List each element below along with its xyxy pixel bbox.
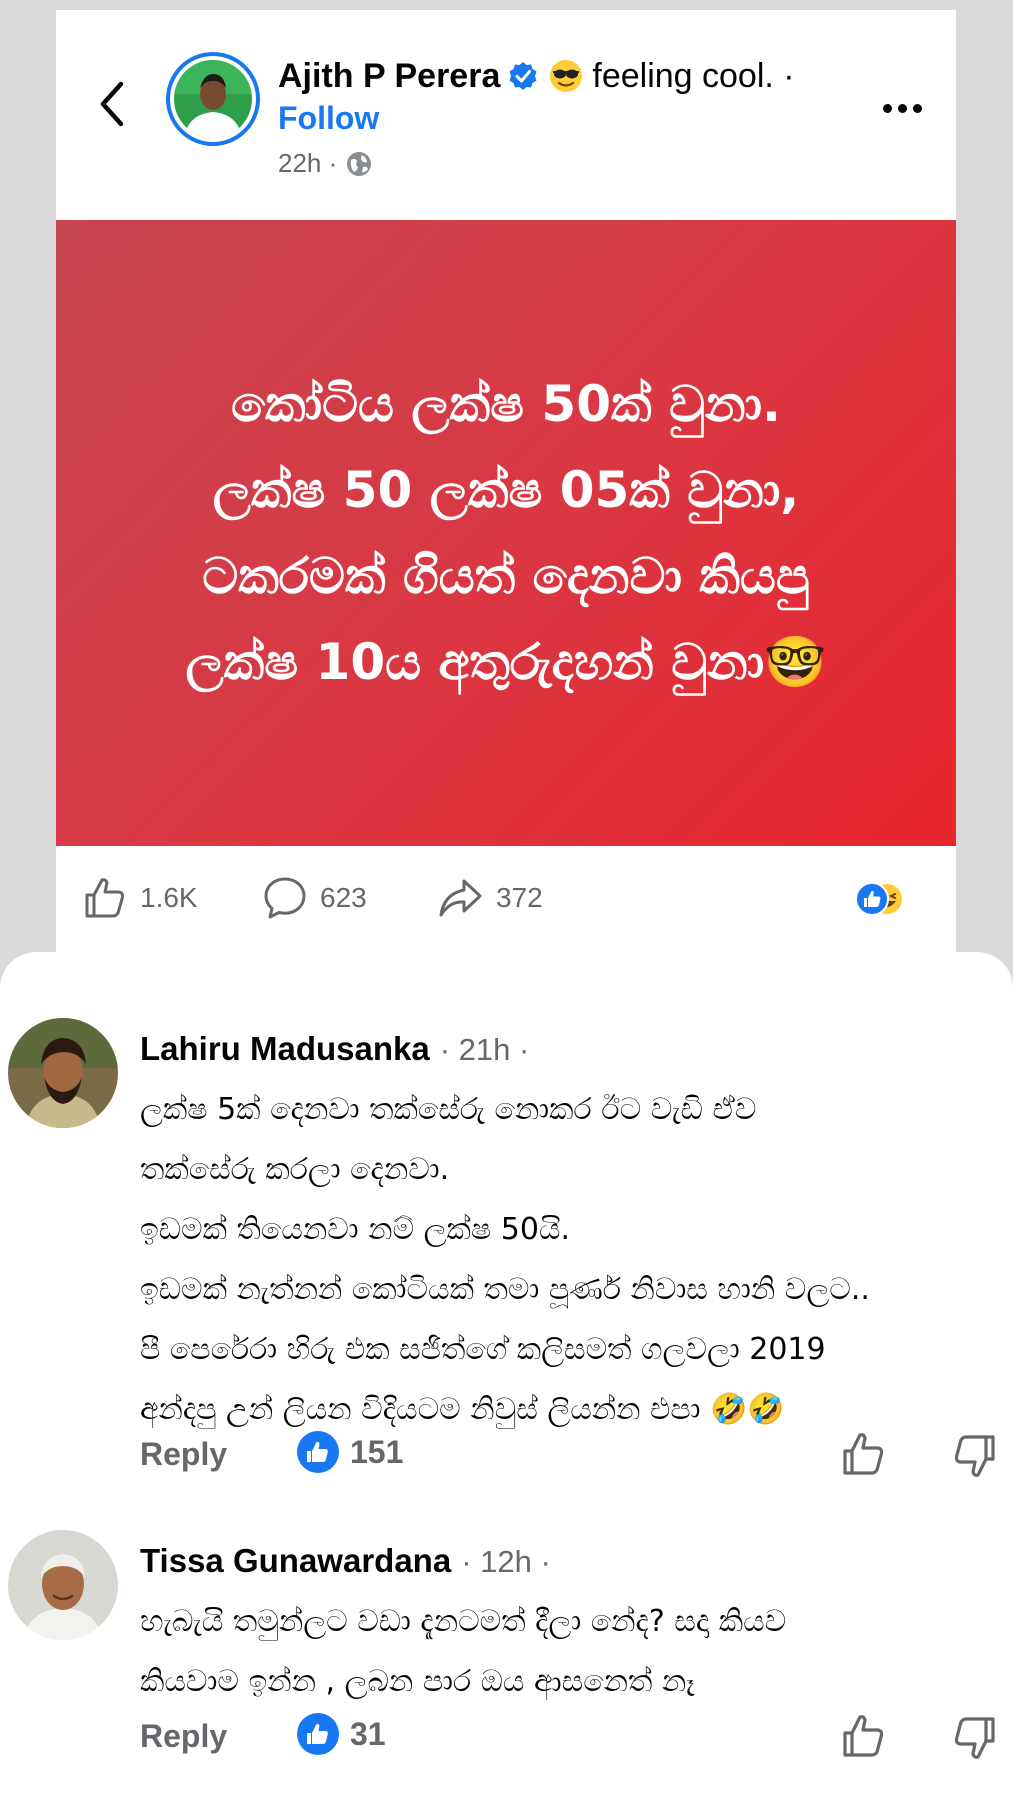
comment-line: ඉඩමක් නැත්නන් කෝටියක් තමා පූර්ණ නිවාස හා…	[140, 1272, 870, 1307]
reactions-summary[interactable]	[854, 880, 904, 918]
comment-line: කියවාම ඉන්න , ලබන පාර ඔය ආසනෙත් නෑ	[140, 1664, 695, 1699]
more-dots-icon	[882, 103, 892, 113]
comment-line: ලක්ෂ 5ක් දෙනවා තක්සේරු නොකර ඊට වැඩි ඒව	[140, 1092, 757, 1127]
reply-button[interactable]: Reply	[140, 1436, 227, 1473]
comment-time: · 12h ·	[461, 1544, 551, 1579]
commenter-avatar[interactable]	[8, 1018, 118, 1128]
thumbs-down-icon[interactable]	[950, 1432, 998, 1480]
comment-body: හැබැයි තමුන්ලට වඩා දැනටමත් දීලා නේද? සදා…	[140, 1592, 1000, 1712]
post-time: 22h ·	[278, 148, 338, 178]
post-action-bar: 1.6K 623 372	[56, 846, 956, 946]
post-image-line-3: ටකරමක් ගියත් දෙනවා කියපු	[202, 547, 810, 605]
follow-button[interactable]: Follow	[278, 100, 379, 137]
share-count: 372	[496, 882, 543, 913]
post-text-image[interactable]: කෝටිය ලක්ෂ 50ක් වුනා. ලක්ෂ 50 ලක්ෂ 05ක් …	[56, 220, 956, 846]
more-options-button[interactable]	[872, 90, 932, 126]
comment-time: · 21h ·	[439, 1032, 530, 1067]
comment-like-value: 31	[350, 1715, 386, 1752]
comment-line: පී පෙරේරා හිරු එක සජිත්ගේ කලිසමත් ගලවලා …	[140, 1332, 826, 1367]
post-header: Ajith P Perera feeling cool. · Follow 22…	[56, 10, 956, 220]
post-meta: 22h ·	[278, 148, 373, 179]
comment-count: 623	[320, 882, 367, 913]
like-icon	[85, 878, 125, 918]
back-arrow-icon	[100, 81, 124, 127]
author-avatar[interactable]	[166, 52, 260, 146]
commenter-name[interactable]: Lahiru Madusanka	[140, 1030, 430, 1068]
comment-item: Tissa Gunawardana · 12h · හැබැයි තමුන්ලට…	[0, 1530, 1013, 1780]
comment-line: හැබැයි තමුන්ලට වඩා දැනටමත් දීලා නේද? සදා…	[140, 1604, 787, 1639]
thumbs-down-icon[interactable]	[950, 1714, 998, 1762]
commenter-name[interactable]: Tissa Gunawardana	[140, 1542, 451, 1580]
more-dot	[897, 103, 907, 113]
like-reaction-icon	[855, 882, 889, 916]
comment-icon	[264, 877, 306, 919]
globe-icon	[347, 151, 372, 176]
post-image-line-4: ලක්ෂ 10ය අතුරුදහන් වුනා🤓	[185, 633, 827, 691]
more-dot	[912, 103, 922, 113]
comment-like-value: 151	[350, 1433, 404, 1470]
comment-body: ලක්ෂ 5ක් දෙනවා තක්සේරු නොකර ඊට වැඩි ඒව ත…	[140, 1080, 1000, 1440]
comments-panel: Lahiru Madusanka · 21h · ලක්ෂ 5ක් දෙනවා …	[0, 952, 1013, 1800]
comment-footer: Reply 151	[140, 1430, 1000, 1480]
feeling-text: feeling cool. ·	[592, 56, 795, 95]
thumbs-up-filled-icon	[297, 1713, 339, 1755]
comment-like-count: 31	[296, 1712, 386, 1756]
author-line: Ajith P Perera feeling cool. ·	[278, 54, 795, 98]
post-image-line-1: කෝටිය ලක්ෂ 50ක් වුනා.	[231, 375, 781, 433]
comment-line: ඉඩමක් තියෙනවා නම් ලක්ෂ 50යි.	[140, 1212, 571, 1247]
sunglasses-emoji-icon	[550, 60, 583, 92]
thumbs-up-icon[interactable]	[840, 1430, 888, 1478]
like-count: 1.6K	[140, 882, 198, 913]
verified-badge-icon	[509, 62, 537, 90]
comment-button[interactable]: 623	[262, 876, 367, 920]
back-button[interactable]	[90, 74, 134, 134]
comment-item: Lahiru Madusanka · 21h · ලක්ෂ 5ක් දෙනවා …	[0, 1010, 1013, 1480]
thumbs-up-icon[interactable]	[840, 1712, 888, 1760]
comment-footer: Reply 31	[140, 1712, 1000, 1762]
like-button[interactable]: 1.6K	[82, 876, 198, 920]
comment-line: තක්සේරු කරලා දෙනවා.	[140, 1152, 450, 1187]
share-icon	[439, 879, 482, 917]
comment-like-count: 151	[296, 1430, 403, 1474]
thumbs-up-filled-icon	[297, 1431, 339, 1473]
author-name[interactable]: Ajith P Perera	[278, 57, 500, 96]
post-image-line-2: ලක්ෂ 50 ලක්ෂ 05ක් වුනා,	[212, 461, 800, 519]
comment-header: Lahiru Madusanka · 21h ·	[140, 1030, 529, 1068]
commenter-avatar[interactable]	[8, 1530, 118, 1640]
comment-header: Tissa Gunawardana · 12h ·	[140, 1542, 551, 1580]
post-card: Ajith P Perera feeling cool. · Follow 22…	[56, 10, 956, 960]
share-button[interactable]: 372	[436, 876, 543, 920]
reply-button[interactable]: Reply	[140, 1718, 227, 1755]
